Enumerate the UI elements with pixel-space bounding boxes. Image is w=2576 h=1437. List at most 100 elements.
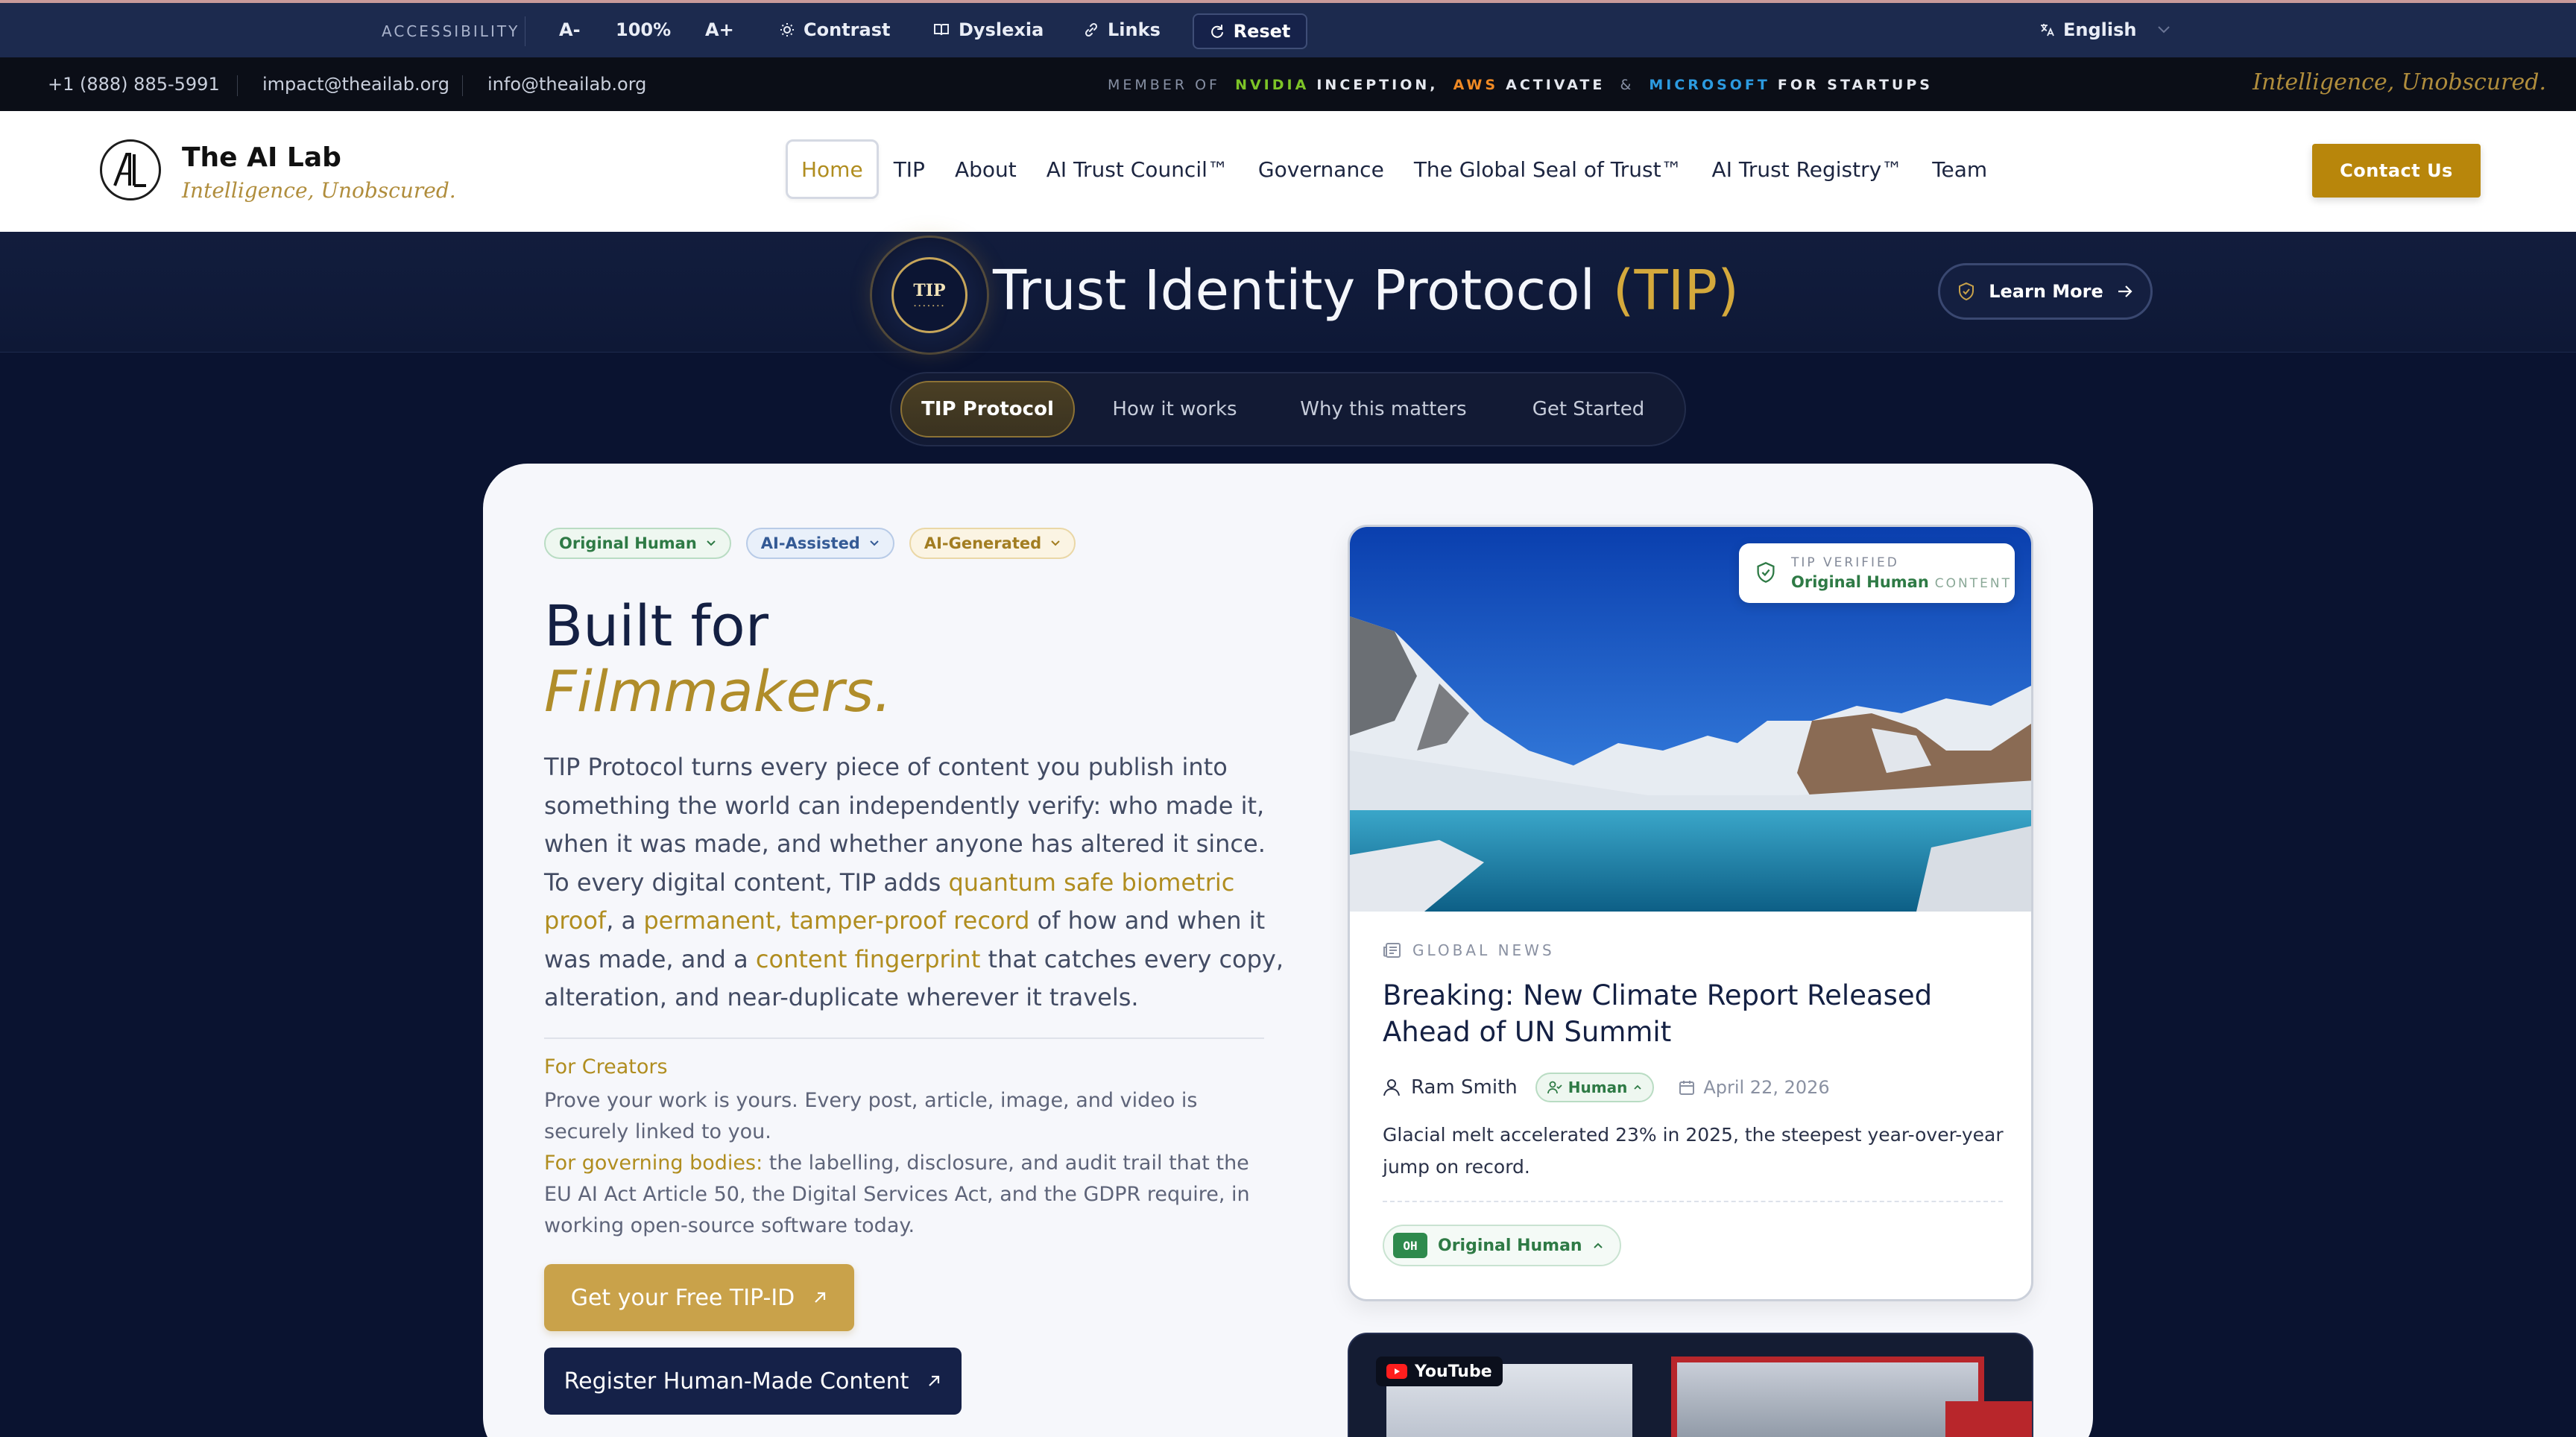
- verified-suffix: CONTENT: [1934, 576, 2012, 591]
- links-button[interactable]: Links: [1084, 19, 1161, 40]
- nav-home[interactable]: Home: [786, 139, 879, 199]
- membership-line: MEMBER OF NVIDIA INCEPTION, AWS ACTIVATE…: [1108, 77, 1933, 93]
- youtube-card[interactable]: YouTube: [1348, 1333, 2033, 1437]
- chip-label: AI-Assisted: [760, 534, 860, 552]
- dashed-divider: [1383, 1201, 2003, 1202]
- original-human-badge[interactable]: OH Original Human: [1383, 1225, 1621, 1266]
- phone-link[interactable]: +1 (888) 885-5991: [48, 74, 220, 95]
- chevron-down-icon: [869, 540, 880, 547]
- nav-about[interactable]: About: [940, 139, 1032, 199]
- chip-original-human[interactable]: Original Human: [544, 528, 731, 559]
- refresh-icon: [1210, 24, 1225, 39]
- impact-email-link[interactable]: impact@theailab.org: [262, 74, 449, 95]
- nav-governance[interactable]: Governance: [1243, 139, 1399, 199]
- link-icon: [1084, 22, 1099, 37]
- arrow-up-right-icon: [812, 1290, 827, 1305]
- dyslexia-label: Dyslexia: [959, 19, 1044, 40]
- tip-seal-text: TIP: [913, 281, 946, 300]
- cta-label: Register Human-Made Content: [564, 1368, 909, 1395]
- divider: [237, 75, 238, 96]
- links-label: Links: [1108, 19, 1161, 40]
- for-startups-label: FOR STARTUPS: [1777, 77, 1933, 93]
- chevron-down-icon: [1050, 540, 1061, 547]
- tab-how-it-works[interactable]: How it works: [1100, 381, 1249, 438]
- section-title: Built for Filmmakers.: [544, 593, 891, 724]
- section-divider: [544, 1038, 1264, 1039]
- content-fingerprint-link[interactable]: content fingerprint: [756, 945, 980, 973]
- member-of-label: MEMBER OF: [1108, 77, 1220, 93]
- tab-why-this-matters[interactable]: Why this matters: [1294, 381, 1473, 438]
- youtube-badge: YouTube: [1376, 1357, 1503, 1386]
- ai-lab-logo[interactable]: [100, 139, 161, 200]
- nav-links: Home TIP About AI Trust Council™ Governa…: [786, 139, 2002, 199]
- get-free-tip-id-button[interactable]: Get your Free TIP-ID: [544, 1264, 854, 1331]
- main-navigation: The AI Lab Intelligence, Unobscured. Hom…: [0, 111, 2576, 232]
- tip-verified-label: TIP VERIFIED: [1791, 555, 1899, 570]
- dyslexia-button[interactable]: Dyslexia: [933, 19, 1044, 40]
- sun-icon: [780, 22, 795, 37]
- font-decrease-button[interactable]: A-: [559, 19, 581, 40]
- language-selector[interactable]: English: [2039, 19, 2171, 40]
- governing-bodies-block: For governing bodies: the labelling, dis…: [544, 1148, 1282, 1242]
- logo-mark-icon: [113, 153, 146, 187]
- nav-global-seal[interactable]: The Global Seal of Trust™: [1399, 139, 1697, 199]
- article-category: GLOBAL NEWS: [1383, 941, 1555, 959]
- contrast-button[interactable]: Contrast: [780, 19, 890, 40]
- shield-check-icon: [1957, 282, 1975, 301]
- creators-body: Prove your work is yours. Every post, ar…: [544, 1089, 1198, 1143]
- nav-team[interactable]: Team: [1917, 139, 2002, 199]
- article-photo: TIP VERIFIED Original Human CONTENT: [1350, 527, 2031, 912]
- activate-label: ACTIVATE: [1506, 77, 1606, 93]
- brand-tagline: Intelligence, Unobscured.: [182, 178, 456, 203]
- newspaper-icon: [1383, 941, 1402, 959]
- learn-more-button[interactable]: Learn More: [1938, 263, 2153, 320]
- youtube-play-icon: [1386, 1364, 1407, 1379]
- accessibility-bar: ACCESSIBILITY A- 100% A+ Contrast Dyslex…: [0, 0, 2576, 57]
- contact-us-button[interactable]: Contact Us: [2312, 144, 2481, 198]
- chip-ai-assisted[interactable]: AI-Assisted: [745, 528, 894, 559]
- microsoft-label: MICROSOFT: [1649, 77, 1770, 93]
- tip-verified-badge: TIP VERIFIED Original Human CONTENT: [1739, 543, 2015, 603]
- chevron-down-icon: [706, 540, 716, 547]
- article-meta: Ram Smith Human April 22, 2026: [1383, 1071, 1830, 1104]
- register-human-content-button[interactable]: Register Human-Made Content: [544, 1348, 962, 1415]
- nav-tip[interactable]: TIP: [879, 139, 940, 199]
- language-label: English: [2063, 19, 2137, 40]
- article-title[interactable]: Breaking: New Climate Report Released Ah…: [1383, 977, 1994, 1050]
- description-paragraph: TIP Protocol turns every piece of conten…: [544, 748, 1289, 1017]
- article-card[interactable]: TIP VERIFIED Original Human CONTENT GLOBA…: [1348, 525, 2033, 1301]
- contact-bar: +1 (888) 885-5991 impact@theailab.org in…: [0, 57, 2576, 111]
- human-badge-label: Human: [1568, 1078, 1628, 1096]
- translate-icon: [2039, 22, 2054, 37]
- info-email-link[interactable]: info@theailab.org: [487, 74, 646, 95]
- author-name: Ram Smith: [1411, 1076, 1518, 1099]
- book-icon: [933, 22, 950, 37]
- desc-text: , a: [606, 906, 644, 935]
- cta-label: Get your Free TIP-ID: [570, 1284, 795, 1311]
- youtube-label: YouTube: [1415, 1362, 1492, 1381]
- tab-get-started[interactable]: Get Started: [1510, 381, 1667, 438]
- hero-band: TIP ••••••• Trust Identity Protocol (TIP…: [0, 232, 2576, 353]
- aws-label: AWS: [1453, 77, 1499, 93]
- ampersand: &: [1620, 77, 1635, 93]
- arrow-up-right-icon: [926, 1374, 941, 1389]
- nav-ai-trust-registry[interactable]: AI Trust Registry™: [1697, 139, 1918, 199]
- content-type-chips: Original Human AI-Assisted AI-Generated: [544, 528, 1076, 559]
- tip-seal-dots: •••••••: [913, 303, 946, 309]
- hero-title-accent: (TIP): [1612, 259, 1739, 323]
- font-increase-button[interactable]: A+: [705, 19, 734, 40]
- tab-tip-protocol[interactable]: TIP Protocol: [900, 381, 1075, 438]
- date-label: April 22, 2026: [1703, 1077, 1830, 1098]
- brand-name[interactable]: The AI Lab: [182, 142, 341, 173]
- video-thumbnail[interactable]: [1671, 1357, 1984, 1437]
- chip-ai-generated[interactable]: AI-Generated: [909, 528, 1076, 559]
- tamper-proof-record-link[interactable]: permanent, tamper-proof record: [643, 906, 1029, 935]
- nav-ai-trust-council[interactable]: AI Trust Council™: [1032, 139, 1243, 199]
- zoom-level: 100%: [616, 19, 672, 40]
- oh-label: Original Human: [1438, 1236, 1582, 1255]
- reset-button[interactable]: Reset: [1193, 13, 1307, 49]
- video-thumbnail-overlay: [1945, 1401, 2032, 1437]
- verified-type: Original Human CONTENT: [1791, 573, 2012, 591]
- human-badge[interactable]: Human: [1535, 1073, 1655, 1102]
- accessibility-label: ACCESSIBILITY: [382, 22, 520, 40]
